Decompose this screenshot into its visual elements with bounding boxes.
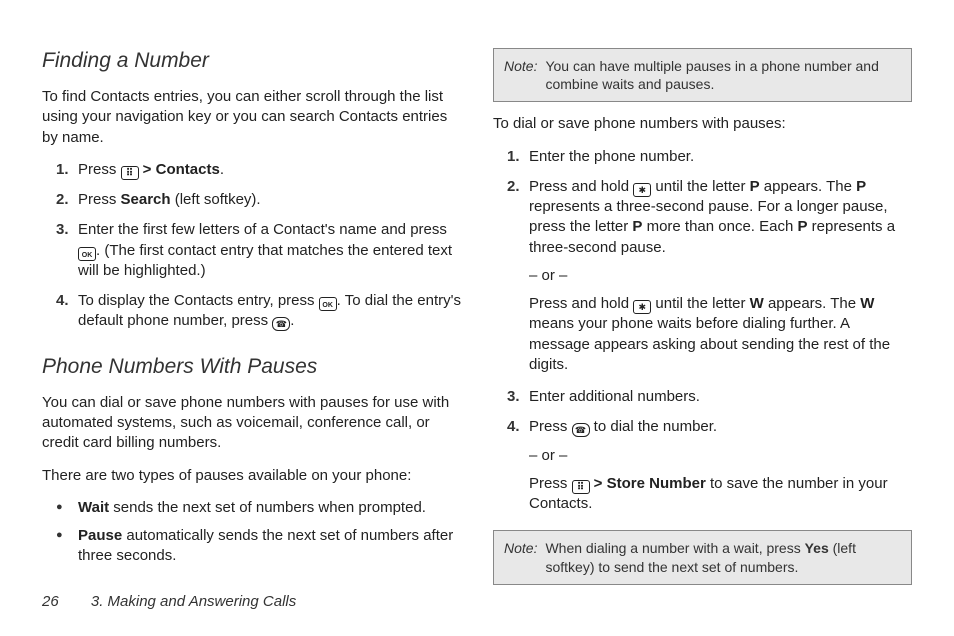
or-separator: – or – [529,446,912,466]
step-4-alt: Press > Store Number to save the number … [529,474,912,515]
text: sends the next set of numbers when promp… [109,499,426,516]
note-text: When dialing a number with a wait, press… [545,539,901,575]
step-4: To display the Contacts entry, press . T… [56,291,461,332]
text: until the letter [651,178,749,195]
page-number: 26 [42,593,59,610]
note-box-1: Note: You can have multiple pauses in a … [493,48,912,102]
chapter-title: 3. Making and Answering Calls [91,593,296,610]
menu-key-icon [572,480,590,494]
text: until the letter [651,295,749,312]
p-letter: P [798,218,808,235]
gt-separator: > [139,161,156,178]
lead-dial-save: To dial or save phone numbers with pause… [493,114,912,134]
text: Press [78,161,121,178]
heading-pauses: Phone Numbers With Pauses [42,354,461,379]
star-key-icon [633,183,651,197]
menu-key-icon [121,166,139,180]
step-1: Press > Contacts. [56,160,461,180]
star-key-icon [633,300,651,314]
text: (left softkey). [171,191,261,208]
text: Press and hold [529,178,633,195]
list-item-pause: Pause automatically sends the next set o… [56,526,461,567]
text: Enter the phone number. [529,148,694,165]
text: Enter the first few letters of a Contact… [78,221,447,238]
text: To display the Contacts entry, press [78,292,319,309]
call-key-icon [272,317,290,331]
intro-pauses-1: You can dial or save phone numbers with … [42,393,461,454]
wait-label: Wait [78,499,109,516]
text: Enter additional numbers. [529,388,700,405]
step-1: Enter the phone number. [507,147,912,167]
text: to dial the number. [590,418,718,435]
note-label: Note: [504,57,537,93]
call-key-icon [572,423,590,437]
text: Press [529,475,572,492]
text: When dialing a number with a wait, press [545,540,804,556]
text: . [290,312,294,329]
text: . [220,161,224,178]
step-2-alt: Press and hold until the letter W appear… [529,294,912,375]
p-letter: P [750,178,760,195]
text: . (The first contact entry that matches … [78,242,452,279]
left-column: Finding a Number To find Contacts entrie… [42,48,461,597]
step-2: Press Search (left softkey). [56,190,461,210]
text: automatically sends the next set of numb… [78,527,453,564]
intro-pauses-2: There are two types of pauses available … [42,466,461,486]
store-number-label: Store Number [607,475,706,492]
text: Press [78,191,121,208]
text: appears. The [764,295,860,312]
pause-label: Pause [78,527,122,544]
w-letter: W [750,295,764,312]
steps-finding-number: Press > Contacts. Press Search (left sof… [42,160,461,332]
note-label: Note: [504,539,537,575]
right-column: Note: You can have multiple pauses in a … [493,48,912,597]
contacts-label: Contacts [156,161,220,178]
or-separator: – or – [529,266,912,286]
steps-dial-save: Enter the phone number. Press and hold u… [493,147,912,515]
manual-page: Finding a Number To find Contacts entrie… [0,0,954,636]
text: appears. The [760,178,856,195]
two-column-layout: Finding a Number To find Contacts entrie… [42,48,912,597]
note-text: You can have multiple pauses in a phone … [545,57,901,93]
p-letter: P [632,218,642,235]
page-footer: 26 3. Making and Answering Calls [42,593,296,610]
ok-key-icon [78,247,96,261]
step-4: Press to dial the number. – or – Press >… [507,417,912,514]
note-box-2: Note: When dialing a number with a wait,… [493,530,912,584]
yes-label: Yes [805,540,829,556]
text: means your phone waits before dialing fu… [529,315,890,373]
heading-finding-number: Finding a Number [42,48,461,73]
intro-finding-number: To find Contacts entries, you can either… [42,87,461,148]
p-letter: P [856,178,866,195]
pause-types-list: Wait sends the next set of numbers when … [42,498,461,567]
step-3: Enter additional numbers. [507,387,912,407]
step-2: Press and hold until the letter P appear… [507,177,912,375]
search-label: Search [121,191,171,208]
text: more than once. Each [642,218,797,235]
step-3: Enter the first few letters of a Contact… [56,220,461,281]
text: Press and hold [529,295,633,312]
text: Press [529,418,572,435]
gt-separator: > [590,475,607,492]
ok-key-icon [319,297,337,311]
w-letter: W [860,295,874,312]
list-item-wait: Wait sends the next set of numbers when … [56,498,461,518]
